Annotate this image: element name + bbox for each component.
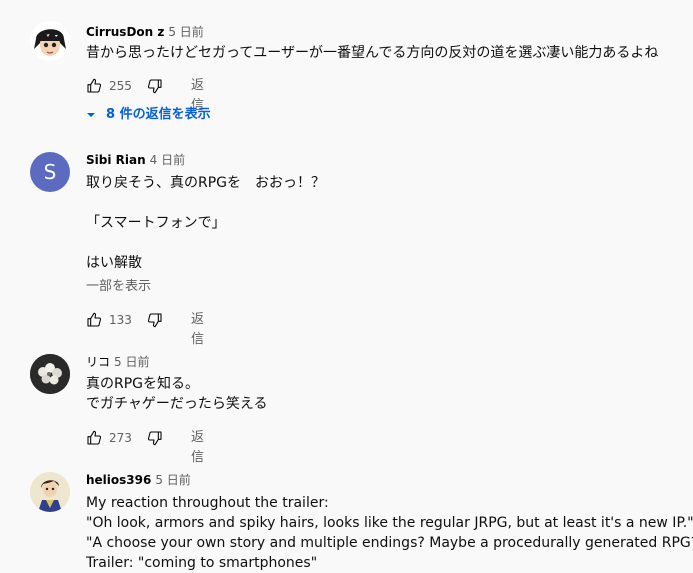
view-replies-label: 8 件の返信を表示	[106, 107, 211, 122]
comment-line: Trailer: "coming to smartphones"	[86, 555, 318, 571]
comment-header: Sibi Rian 4 日前	[86, 152, 185, 168]
comment-text: 取り戻そう、真のRPGを おおっ！？ 「スマートフォンで」 はい解散	[86, 173, 325, 273]
comment-line: 真のRPGを知る。	[86, 376, 200, 392]
comment-line	[86, 193, 325, 213]
like-icon[interactable]	[86, 78, 102, 94]
reply-button[interactable]: 返信	[191, 428, 204, 468]
like-count: 273	[109, 431, 132, 445]
comment-line: "A choose your own story and multiple en…	[86, 535, 693, 551]
comment-time[interactable]: 5 日前	[114, 355, 149, 369]
comment-time[interactable]: 5 日前	[155, 473, 190, 487]
comment-author[interactable]: CirrusDon z	[86, 25, 164, 39]
comment-line: はい解散	[86, 255, 142, 271]
avatar[interactable]	[30, 354, 70, 394]
caret-down-icon	[86, 105, 96, 125]
comment-line: My reaction throughout the trailer:	[86, 495, 329, 511]
avatar[interactable]	[30, 472, 70, 512]
avatar-image	[30, 354, 70, 394]
reply-button[interactable]: 返信	[191, 310, 204, 350]
like-count: 133	[109, 313, 132, 327]
view-replies-button[interactable]: 8 件の返信を表示	[86, 105, 211, 125]
comment-header: helios396 5 日前	[86, 472, 191, 488]
like-icon[interactable]	[86, 312, 102, 328]
avatar-letter: S	[43, 160, 57, 184]
comment-line	[86, 233, 325, 253]
comment-header: CirrusDon z 5 日前	[86, 24, 204, 40]
like-count: 255	[109, 79, 132, 93]
comment-text: 真のRPGを知る。 でガチャゲーだったら笑える	[86, 374, 267, 414]
comment-author[interactable]: Sibi Rian	[86, 153, 146, 167]
comment-text: My reaction throughout the trailer: "Oh …	[86, 493, 693, 573]
comment-time[interactable]: 5 日前	[168, 25, 203, 39]
comment-line: でガチャゲーだったら笑える	[86, 396, 268, 412]
avatar[interactable]: S	[30, 152, 70, 192]
dislike-icon[interactable]	[147, 312, 163, 328]
dislike-icon[interactable]	[147, 78, 163, 94]
comment-header: リコ 5 日前	[86, 354, 149, 370]
comment-line: "Oh look, armors and spiky hairs, looks …	[86, 515, 693, 531]
comment-author[interactable]: リコ	[86, 355, 110, 369]
dislike-icon[interactable]	[147, 430, 163, 446]
comment-author[interactable]: helios396	[86, 473, 151, 487]
avatar-image	[30, 21, 70, 61]
comment-time[interactable]: 4 日前	[150, 153, 185, 167]
show-more-button[interactable]: 一部を表示	[86, 278, 151, 296]
comment-text: 昔から思ったけどセガってユーザーが一番望んでる方向の反対の道を選ぶ凄い能力あるよ…	[86, 43, 658, 63]
comment-line: 昔から思ったけどセガってユーザーが一番望んでる方向の反対の道を選ぶ凄い能力あるよ…	[86, 45, 659, 61]
like-icon[interactable]	[86, 430, 102, 446]
avatar[interactable]	[30, 21, 70, 61]
comment-line: 「スマートフォンで」	[86, 215, 226, 231]
comment-line: 取り戻そう、真のRPGを おおっ！？	[86, 175, 326, 191]
avatar-image	[30, 472, 70, 512]
